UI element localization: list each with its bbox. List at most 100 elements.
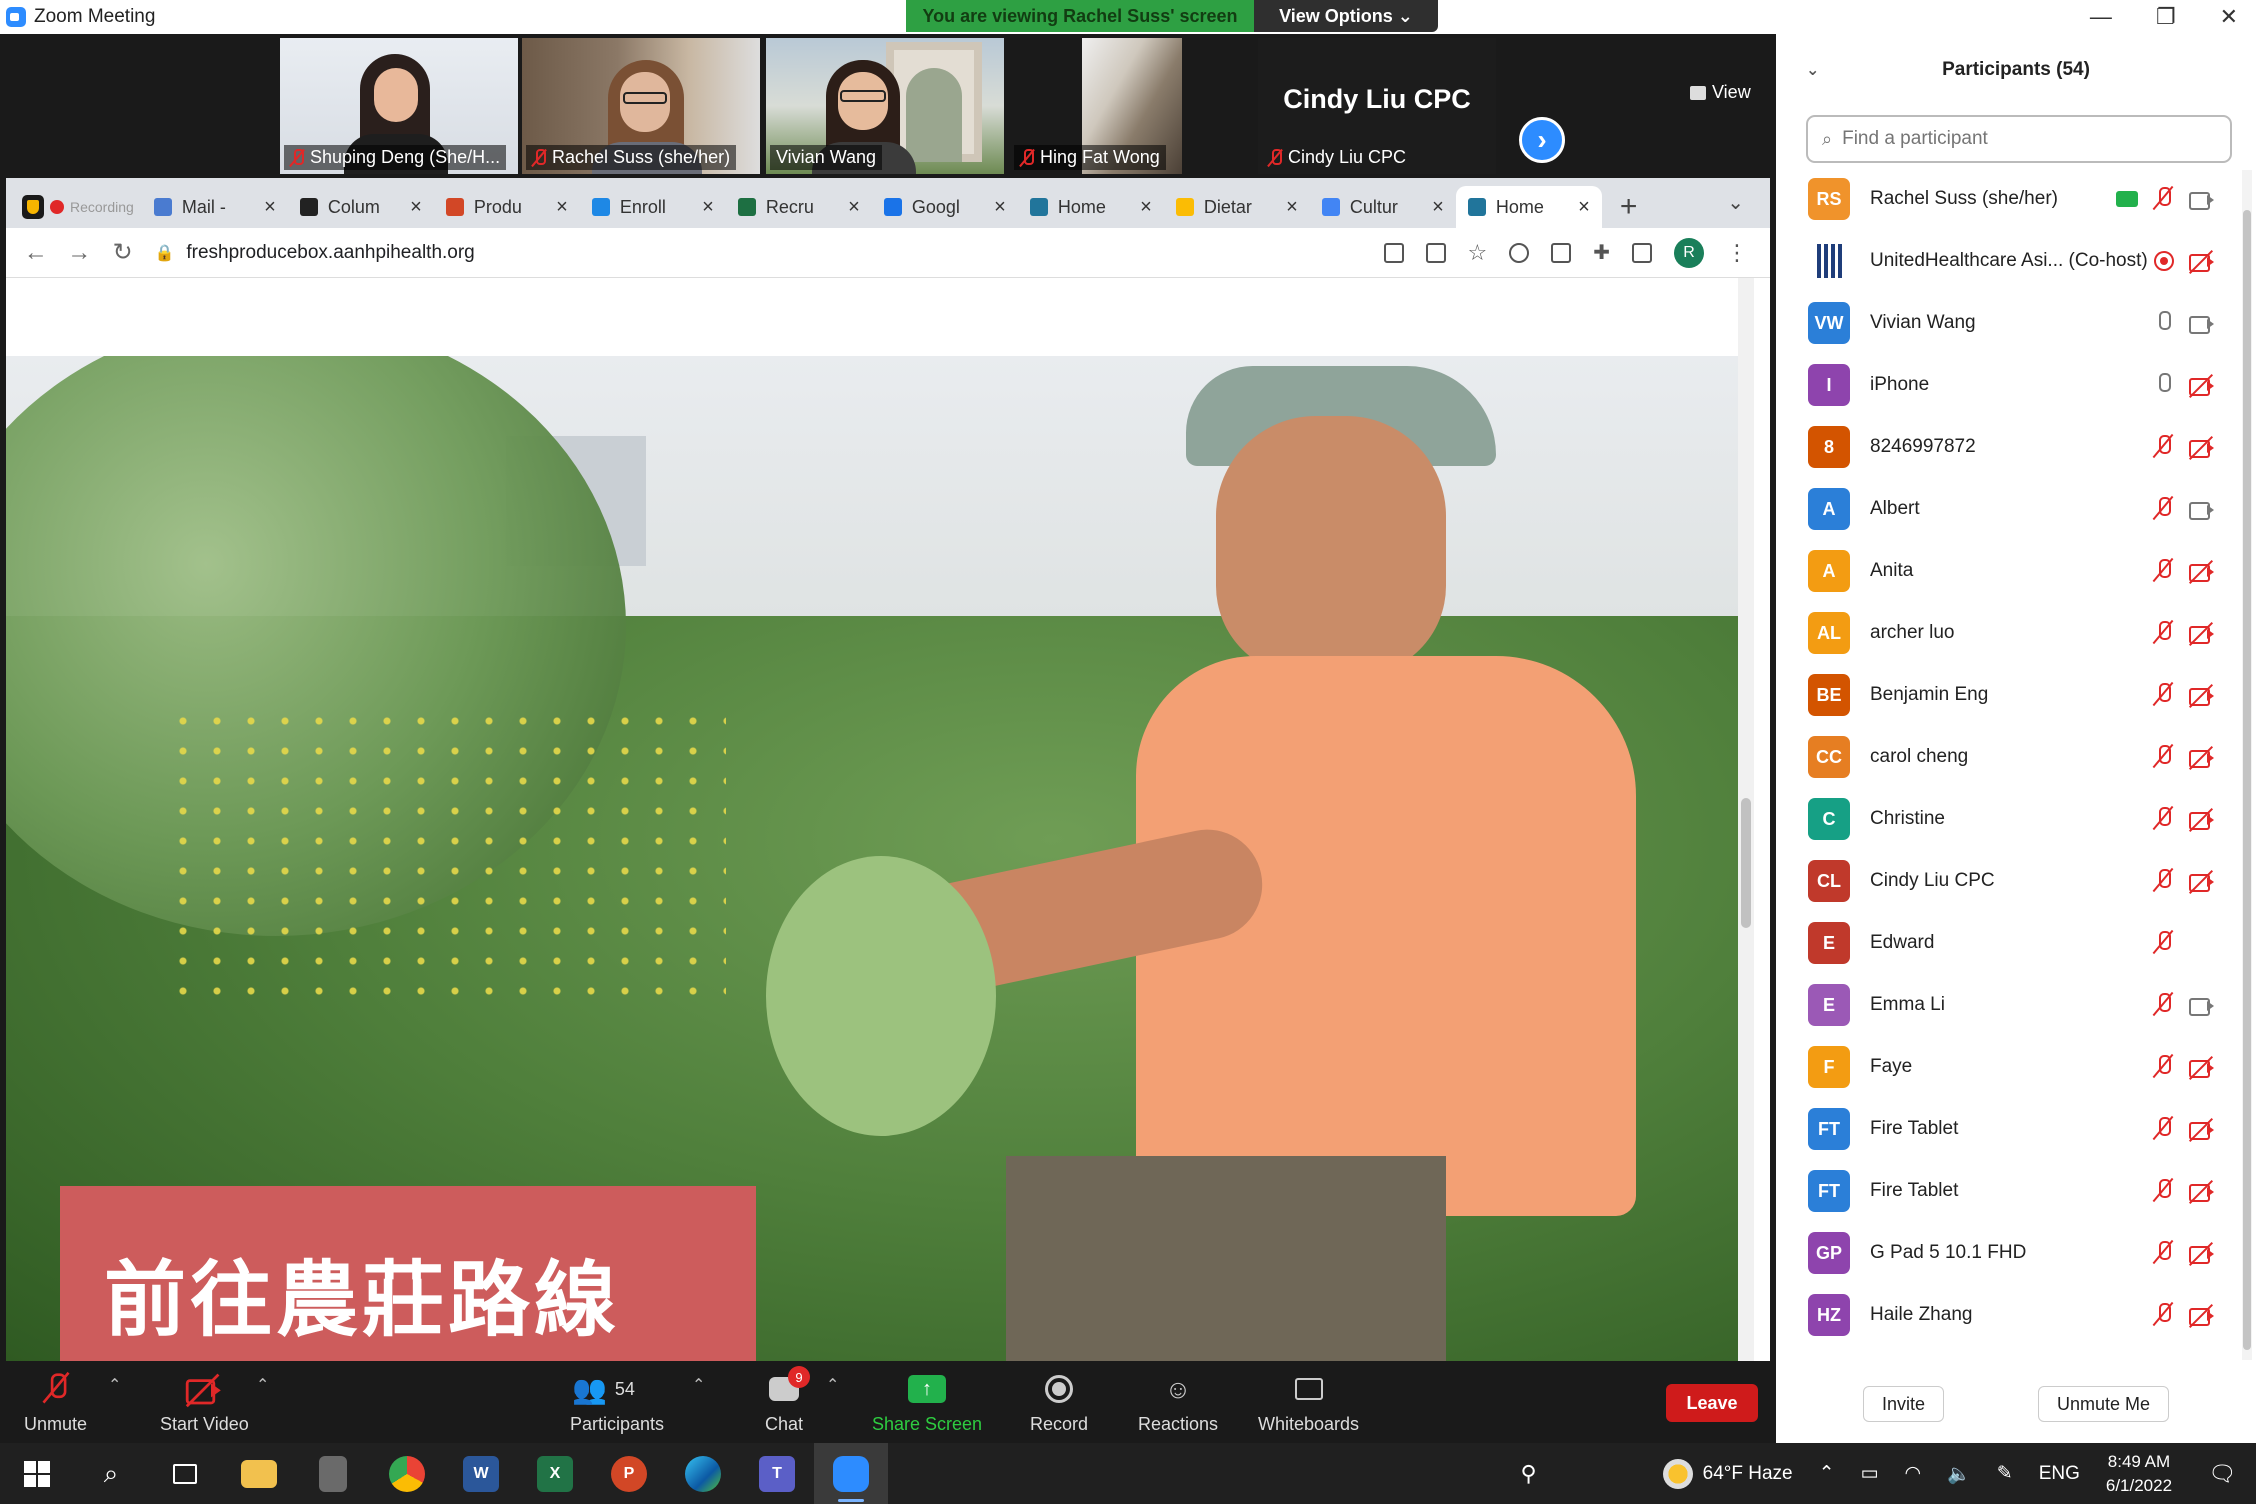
browser-tab[interactable]: Dietar × xyxy=(1164,186,1310,228)
share-screen-button[interactable]: ↑ Share Screen xyxy=(872,1361,982,1443)
excel-icon[interactable]: X xyxy=(518,1443,592,1504)
battery-icon[interactable]: ▭ xyxy=(1861,1462,1879,1485)
new-tab-plus-icon[interactable]: + xyxy=(1620,186,1638,228)
browser-tab[interactable]: Recru × xyxy=(726,186,872,228)
unmute-me-button[interactable]: Unmute Me xyxy=(2037,1386,2169,1422)
edge-icon[interactable] xyxy=(666,1443,740,1504)
share-icon[interactable] xyxy=(1425,242,1446,263)
participants-caret-icon[interactable]: ⌃ xyxy=(692,1375,705,1395)
browser-tab[interactable]: Colum × xyxy=(288,186,434,228)
chat-button[interactable]: 9 Chat xyxy=(764,1361,810,1443)
browser-tab[interactable]: Enroll × xyxy=(580,186,726,228)
invite-button[interactable]: Invite xyxy=(1862,1386,1944,1422)
reload-icon[interactable]: ↻ xyxy=(101,238,144,267)
panel-scrollbar[interactable] xyxy=(2242,170,2252,1360)
tab-close-icon[interactable]: × xyxy=(1578,196,1590,219)
chrome-icon[interactable] xyxy=(370,1443,444,1504)
people-icon[interactable]: ⚲ xyxy=(1521,1461,1537,1487)
participant-row[interactable]: F Faye xyxy=(1776,1036,2238,1098)
participant-row[interactable]: FT Fire Tablet xyxy=(1776,1160,2238,1222)
participant-row[interactable]: FT Fire Tablet xyxy=(1776,1098,2238,1160)
translate-icon[interactable] xyxy=(1383,242,1404,263)
tab-close-icon[interactable]: × xyxy=(410,196,422,219)
extension-icon[interactable] xyxy=(1509,242,1530,263)
language-indicator[interactable]: ENG xyxy=(2039,1463,2080,1485)
record-button[interactable]: Record xyxy=(1030,1361,1088,1443)
tab-close-icon[interactable]: × xyxy=(848,196,860,219)
zoom-taskbar-icon[interactable] xyxy=(814,1443,888,1504)
chevron-up-icon[interactable]: ⌃ xyxy=(1819,1462,1835,1485)
view-button[interactable]: View xyxy=(1690,82,1751,103)
teams-icon[interactable]: T xyxy=(740,1443,814,1504)
reader-icon[interactable] xyxy=(1551,242,1572,263)
tab-close-icon[interactable]: × xyxy=(702,196,714,219)
participant-row[interactable]: UnitedHealthcare Asi... (Co-host) xyxy=(1776,230,2238,292)
browser-tab[interactable]: Cultur × xyxy=(1310,186,1456,228)
participant-row[interactable]: AL archer luo xyxy=(1776,602,2238,664)
tab-close-icon[interactable]: × xyxy=(1286,196,1298,219)
pen-icon[interactable]: ✎ xyxy=(1997,1462,2013,1485)
participant-row[interactable]: BE Benjamin Eng xyxy=(1776,664,2238,726)
audio-options-caret-icon[interactable]: ⌃ xyxy=(108,1375,121,1395)
word-icon[interactable]: W xyxy=(444,1443,518,1504)
leave-button[interactable]: Leave xyxy=(1666,1384,1758,1422)
search-icon[interactable]: ⌕ xyxy=(74,1443,148,1504)
notifications-icon[interactable]: 🗨 xyxy=(2208,1461,2236,1487)
tab-close-icon[interactable]: × xyxy=(994,196,1006,219)
browser-tab[interactable]: Googl × xyxy=(872,186,1018,228)
scroll-thumb[interactable] xyxy=(2243,210,2251,1350)
browser-tab[interactable]: Mail - × xyxy=(142,186,288,228)
restore-icon[interactable]: ❐ xyxy=(2156,4,2176,30)
wifi-icon[interactable]: ◠ xyxy=(1905,1462,1922,1485)
profile-avatar[interactable]: R xyxy=(1674,237,1704,268)
video-tile-hing[interactable]: Hing Fat Wong xyxy=(1010,38,1248,174)
browser-tab[interactable]: Home × xyxy=(1018,186,1164,228)
video-tile-vivian[interactable]: Vivian Wang xyxy=(766,38,1004,174)
participant-row[interactable]: RS Rachel Suss (she/her) xyxy=(1776,168,2238,230)
clock[interactable]: 8:49 AM 6/1/2022 xyxy=(2106,1450,2172,1498)
powerpoint-icon[interactable]: P xyxy=(592,1443,666,1504)
video-tile-rachel[interactable]: Rachel Suss (she/her) xyxy=(522,38,760,174)
video-options-caret-icon[interactable]: ⌃ xyxy=(256,1375,269,1395)
calculator-icon[interactable] xyxy=(296,1443,370,1504)
close-icon[interactable]: ✕ xyxy=(2220,4,2238,30)
participant-row[interactable]: VW Vivian Wang xyxy=(1776,292,2238,354)
file-explorer-icon[interactable] xyxy=(222,1443,296,1504)
minimize-icon[interactable]: — xyxy=(2090,4,2112,30)
view-options-button[interactable]: View Options ⌄ xyxy=(1254,0,1438,32)
chat-caret-icon[interactable]: ⌃ xyxy=(826,1375,839,1395)
weather-widget[interactable]: 64°F Haze xyxy=(1662,1458,1793,1489)
participant-row[interactable]: E Emma Li xyxy=(1776,974,2238,1036)
browser-tab[interactable]: Produ × xyxy=(434,186,580,228)
forward-arrow-icon[interactable]: → xyxy=(57,239,100,267)
video-tile-cindy[interactable]: Cindy Liu CPC Cindy Liu CPC xyxy=(1258,38,1496,174)
video-tile-shuping[interactable]: Shuping Deng (She/H... xyxy=(280,38,518,174)
whiteboards-button[interactable]: Whiteboards xyxy=(1258,1361,1359,1443)
tab-close-icon[interactable]: × xyxy=(556,196,568,219)
participant-row[interactable]: CL Cindy Liu CPC xyxy=(1776,850,2238,912)
tab-search-chevron-icon[interactable]: ⌄ xyxy=(1727,190,1744,215)
participant-row[interactable]: 8 8246997872 xyxy=(1776,416,2238,478)
participant-row[interactable]: IiPhone xyxy=(1776,354,2238,416)
windows-start-icon[interactable] xyxy=(0,1443,74,1504)
collapse-chevron-icon[interactable]: ⌄ xyxy=(1806,60,1819,80)
back-arrow-icon[interactable]: ← xyxy=(14,239,57,267)
menu-kebab-icon[interactable]: ⋮ xyxy=(1726,240,1748,266)
page-scrollbar[interactable] xyxy=(1738,278,1754,1361)
participant-row[interactable]: GP G Pad 5 10.1 FHD xyxy=(1776,1222,2238,1284)
unmute-button[interactable]: Unmute xyxy=(24,1361,87,1443)
tab-close-icon[interactable]: × xyxy=(264,196,276,219)
participants-button[interactable]: 👥 54 Participants xyxy=(570,1361,664,1443)
tab-close-icon[interactable]: × xyxy=(1432,196,1444,219)
participant-row[interactable]: CC carol cheng xyxy=(1776,726,2238,788)
participant-row[interactable]: A Albert xyxy=(1776,478,2238,540)
task-view-icon[interactable] xyxy=(148,1443,222,1504)
puzzle-extensions-icon[interactable]: ✚ xyxy=(1593,240,1610,265)
tab-close-icon[interactable]: × xyxy=(1140,196,1152,219)
side-panel-icon[interactable] xyxy=(1632,242,1652,263)
start-video-button[interactable]: Start Video xyxy=(160,1361,249,1443)
participant-row[interactable]: E Edward xyxy=(1776,912,2238,974)
participant-row[interactable]: HZ Haile Zhang xyxy=(1776,1284,2238,1346)
browser-tab[interactable]: Home × xyxy=(1455,186,1602,228)
participant-row[interactable]: A Anita xyxy=(1776,540,2238,602)
